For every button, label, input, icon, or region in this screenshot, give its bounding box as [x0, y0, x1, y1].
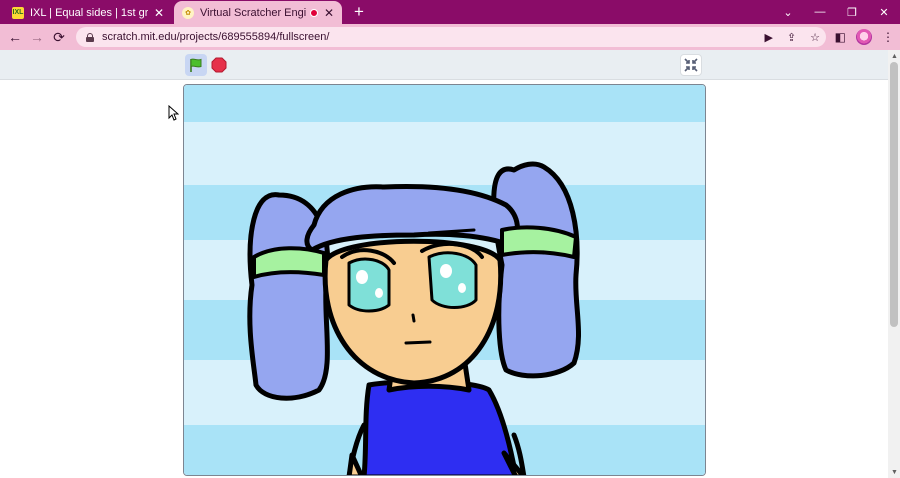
browser-toolbar: ← → ⟳ scratch.mit.edu/projects/689555894…	[0, 24, 900, 50]
mouse-cursor-icon	[168, 105, 179, 121]
window-controls: ⌄ — ❐ ✕	[772, 0, 900, 24]
exit-fullscreen-icon	[684, 58, 698, 72]
back-button[interactable]: ←	[4, 26, 26, 48]
tab-close-icon[interactable]: ✕	[324, 6, 334, 20]
tab-title: IXL | Equal sides | 1st grade math	[30, 6, 148, 19]
scratch-controls-bar	[0, 50, 888, 80]
omnibox-actions: ▶ ⇪ ☆	[764, 27, 820, 47]
project-stage[interactable]	[183, 84, 706, 476]
green-flag-button[interactable]	[185, 54, 207, 76]
window-close-icon[interactable]: ✕	[868, 6, 900, 19]
ixl-favicon-icon: IXL	[12, 6, 24, 19]
tab-ixl[interactable]: IXL IXL | Equal sides | 1st grade math ✕	[4, 1, 172, 24]
lock-icon[interactable]	[86, 32, 94, 42]
stage-drawing	[184, 85, 705, 475]
tab-scratch[interactable]: ✿ Virtual Scratcher Engine (VTC ✕	[174, 1, 342, 24]
new-tab-button[interactable]: +	[350, 2, 368, 22]
stop-icon	[211, 57, 227, 73]
restore-icon[interactable]: ❐	[836, 6, 868, 19]
camera-icon[interactable]: ▶	[764, 31, 772, 44]
reload-button[interactable]: ⟳	[48, 26, 70, 48]
url-text: scratch.mit.edu/projects/689555894/fulls…	[102, 31, 330, 43]
exit-fullscreen-button[interactable]	[680, 54, 702, 76]
scroll-up-icon[interactable]: ▲	[891, 53, 898, 60]
profile-avatar[interactable]	[856, 29, 872, 45]
scrollbar-thumb[interactable]	[890, 62, 898, 327]
address-bar[interactable]: scratch.mit.edu/projects/689555894/fulls…	[76, 27, 826, 47]
forward-button[interactable]: →	[26, 26, 48, 48]
menu-icon[interactable]: ⋮	[882, 30, 894, 44]
browser-tab-strip: IXL IXL | Equal sides | 1st grade math ✕…	[0, 0, 900, 24]
minimize-icon[interactable]: —	[804, 6, 836, 18]
toolbar-right: ◧ ⋮	[835, 27, 894, 47]
recording-indicator-icon	[309, 8, 318, 17]
green-flag-icon	[190, 58, 202, 72]
tab-close-icon[interactable]: ✕	[154, 6, 164, 20]
share-icon[interactable]: ⇪	[787, 31, 796, 44]
side-panel-icon[interactable]: ◧	[835, 30, 846, 44]
scroll-down-icon[interactable]: ▼	[891, 469, 898, 476]
stop-button[interactable]	[211, 57, 227, 73]
bookmark-star-icon[interactable]: ☆	[810, 31, 820, 44]
page-scrollbar[interactable]: ▲ ▼	[888, 50, 900, 478]
tab-title: Virtual Scratcher Engine (VTC	[200, 6, 306, 19]
scratch-favicon-icon: ✿	[182, 6, 194, 19]
tab-search-icon[interactable]: ⌄	[772, 6, 804, 19]
